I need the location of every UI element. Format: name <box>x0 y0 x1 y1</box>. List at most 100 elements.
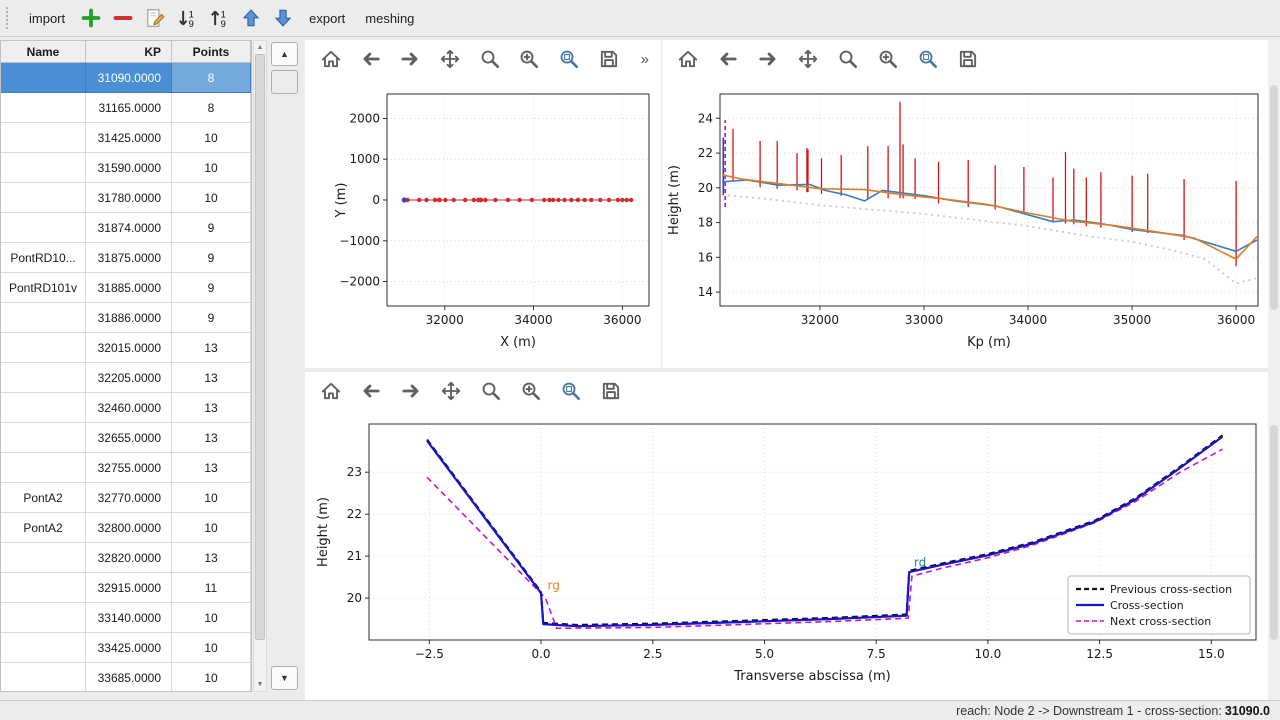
points-cell[interactable]: 13 <box>172 423 251 453</box>
table-row[interactable]: 32755.000013 <box>1 453 251 483</box>
kp-cell[interactable]: 31165.0000 <box>86 93 172 123</box>
points-cell[interactable]: 11 <box>172 573 251 603</box>
name-cell[interactable] <box>1 63 86 93</box>
points-cell[interactable]: 10 <box>172 663 251 692</box>
points-cell[interactable]: 10 <box>172 603 251 633</box>
back-button[interactable] <box>357 377 385 405</box>
table-row[interactable]: 32655.000013 <box>1 423 251 453</box>
name-cell[interactable] <box>1 543 86 573</box>
table-row[interactable]: 31090.00008 <box>1 63 251 93</box>
table-row[interactable]: PontRD10...31875.00009 <box>1 243 251 273</box>
kp-cell[interactable]: 33685.0000 <box>86 663 172 692</box>
panel-scrollbar-thumb[interactable] <box>271 70 298 94</box>
forward-button[interactable] <box>397 377 425 405</box>
name-cell[interactable] <box>1 303 86 333</box>
table-row[interactable]: 31874.00009 <box>1 213 251 243</box>
table-row[interactable]: PontA232770.000010 <box>1 483 251 513</box>
table-scrollbar-thumb[interactable] <box>255 54 265 640</box>
kp-cell[interactable]: 31875.0000 <box>86 243 172 273</box>
points-cell[interactable]: 9 <box>172 213 251 243</box>
points-cell[interactable]: 8 <box>172 63 251 93</box>
points-cell[interactable]: 10 <box>172 513 251 543</box>
table-row[interactable]: 33685.000010 <box>1 663 251 692</box>
plots-scrollbar[interactable] <box>1268 40 1280 700</box>
kp-cell[interactable]: 32015.0000 <box>86 333 172 363</box>
move-up-button[interactable] <box>237 4 265 32</box>
points-cell[interactable]: 13 <box>172 393 251 423</box>
pan-button[interactable] <box>794 45 822 73</box>
kp-cell[interactable]: 32800.0000 <box>86 513 172 543</box>
name-cell[interactable] <box>1 363 86 393</box>
points-cell[interactable]: 13 <box>172 543 251 573</box>
points-cell[interactable]: 9 <box>172 273 251 303</box>
name-cell[interactable]: PontRD10... <box>1 243 86 273</box>
zoom-in-button[interactable] <box>874 45 902 73</box>
back-button[interactable] <box>714 45 742 73</box>
kp-cell[interactable]: 33140.0000 <box>86 603 172 633</box>
sort-descending-button[interactable]: 19 <box>173 4 201 32</box>
zoom-button[interactable] <box>834 45 862 73</box>
table-row[interactable]: 32015.000013 <box>1 333 251 363</box>
name-cell[interactable] <box>1 393 86 423</box>
name-cell[interactable] <box>1 333 86 363</box>
kp-cell[interactable]: 32655.0000 <box>86 423 172 453</box>
sort-ascending-button[interactable]: 19 <box>205 4 233 32</box>
points-cell[interactable]: 9 <box>172 243 251 273</box>
name-cell[interactable] <box>1 153 86 183</box>
add-cross-section-button[interactable] <box>77 4 105 32</box>
table-row[interactable]: 33140.000010 <box>1 603 251 633</box>
zoom-region-button[interactable] <box>914 45 942 73</box>
kp-cell[interactable]: 32915.0000 <box>86 573 172 603</box>
export-button[interactable]: export <box>301 6 353 31</box>
kp-cell[interactable]: 31590.0000 <box>86 153 172 183</box>
name-cell[interactable]: PontRD101v <box>1 273 86 303</box>
save-button[interactable] <box>954 45 982 73</box>
home-button[interactable] <box>674 45 702 73</box>
panel-scrollbar[interactable]: ▲ ▼ <box>270 40 300 692</box>
table-row[interactable]: 31780.000010 <box>1 183 251 213</box>
points-cell[interactable]: 8 <box>172 93 251 123</box>
name-cell[interactable] <box>1 663 86 692</box>
kp-cell[interactable]: 31886.0000 <box>86 303 172 333</box>
scroll-up-icon[interactable]: ▲ <box>257 41 264 54</box>
points-cell[interactable]: 13 <box>172 333 251 363</box>
kp-cell[interactable]: 32770.0000 <box>86 483 172 513</box>
import-button[interactable]: import <box>21 6 73 31</box>
zoom-in-button[interactable] <box>516 45 544 73</box>
kp-cell[interactable]: 32460.0000 <box>86 393 172 423</box>
name-cell[interactable] <box>1 423 86 453</box>
name-cell[interactable] <box>1 183 86 213</box>
table-row[interactable]: 32820.000013 <box>1 543 251 573</box>
table-scrollbar[interactable]: ▲ ▼ <box>253 40 267 692</box>
meshing-button[interactable]: meshing <box>357 6 422 31</box>
column-header-name[interactable]: Name <box>1 41 86 62</box>
points-cell[interactable]: 10 <box>172 633 251 663</box>
table-row[interactable]: 31165.00008 <box>1 93 251 123</box>
save-button[interactable] <box>595 45 623 73</box>
kp-cell[interactable]: 32820.0000 <box>86 543 172 573</box>
back-button[interactable] <box>357 45 385 73</box>
name-cell[interactable] <box>1 633 86 663</box>
kp-cell[interactable]: 31090.0000 <box>86 63 172 93</box>
zoom-in-button[interactable] <box>517 377 545 405</box>
points-cell[interactable]: 10 <box>172 153 251 183</box>
scroll-down-icon[interactable]: ▼ <box>257 678 264 691</box>
forward-button[interactable] <box>396 45 424 73</box>
name-cell[interactable] <box>1 573 86 603</box>
zoom-button[interactable] <box>476 45 504 73</box>
points-cell[interactable]: 9 <box>172 303 251 333</box>
table-row[interactable]: 32460.000013 <box>1 393 251 423</box>
points-cell[interactable]: 13 <box>172 363 251 393</box>
plots-scrollbar-thumb-top[interactable] <box>1270 85 1278 310</box>
home-button[interactable] <box>317 45 345 73</box>
kp-cell[interactable]: 31885.0000 <box>86 273 172 303</box>
forward-button[interactable] <box>754 45 782 73</box>
cross-section-chart[interactable]: rgrd−2.50.02.55.07.510.012.515.020212223… <box>305 410 1268 700</box>
name-cell[interactable]: PontA2 <box>1 483 86 513</box>
panel-scroll-up-button[interactable]: ▲ <box>271 42 298 66</box>
table-row[interactable]: PontA232800.000010 <box>1 513 251 543</box>
table-row[interactable]: 32205.000013 <box>1 363 251 393</box>
table-row[interactable]: 33425.000010 <box>1 633 251 663</box>
kp-cell[interactable]: 31874.0000 <box>86 213 172 243</box>
move-down-button[interactable] <box>269 4 297 32</box>
